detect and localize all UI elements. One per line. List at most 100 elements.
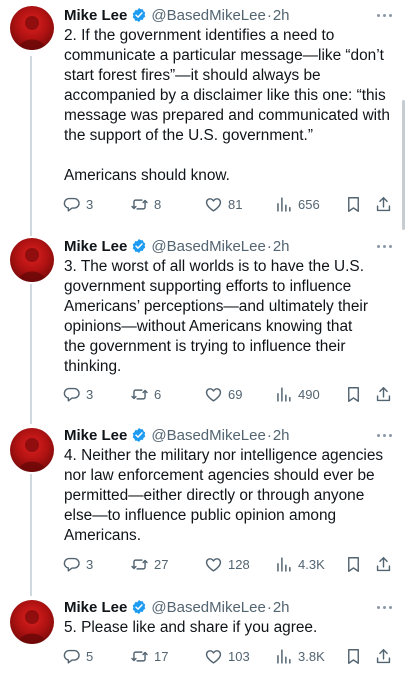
heart-icon [205, 197, 222, 212]
timestamp[interactable]: 2h [273, 7, 290, 24]
bookmark-button[interactable] [344, 193, 363, 215]
tweet[interactable]: Mike Lee @BasedMikeLee · 2h 2. If the go… [0, 0, 408, 230]
tweet-text-content: 3. The worst of all worlds is to have th… [64, 258, 368, 375]
like-count: 81 [228, 196, 243, 212]
view-count: 490 [298, 386, 320, 402]
like-button[interactable]: 69 [204, 383, 242, 405]
retweet-button[interactable]: 17 [130, 645, 168, 667]
reply-button[interactable]: 3 [62, 553, 93, 575]
share-icon [376, 386, 391, 401]
tweet-thread: Mike Lee @BasedMikeLee · 2h 2. If the go… [0, 0, 408, 680]
author-name[interactable]: Mike Lee [64, 599, 127, 616]
more-icon[interactable] [374, 602, 394, 612]
tweet-actions: 3 8 81 656 [62, 193, 398, 215]
like-button[interactable]: 128 [204, 553, 250, 575]
views-button[interactable]: 656 [274, 193, 320, 215]
bookmark-icon [348, 196, 359, 212]
tweet-header: Mike Lee @BasedMikeLee · 2h [64, 4, 290, 26]
views-button[interactable]: 3.8K [274, 645, 325, 667]
tweet[interactable]: Mike Lee @BasedMikeLee · 2h 3. The worst… [0, 230, 408, 420]
tweet-text: 4. Neither the military nor intelligence… [64, 446, 398, 546]
view-count: 656 [298, 196, 320, 212]
timestamp[interactable]: 2h [273, 427, 290, 444]
author-handle[interactable]: @BasedMikeLee [151, 7, 265, 24]
bookmark-button[interactable] [344, 383, 363, 405]
tweet-actions: 5 17 103 3.8K [62, 645, 398, 667]
retweet-count: 8 [154, 196, 162, 212]
views-button[interactable]: 490 [274, 383, 320, 405]
verified-badge-icon [133, 600, 146, 614]
like-button[interactable]: 81 [204, 193, 242, 215]
view-count: 4.3K [298, 556, 325, 572]
more-icon[interactable] [374, 10, 394, 20]
bookmark-button[interactable] [344, 645, 363, 667]
tweet[interactable]: Mike Lee @BasedMikeLee · 2h 5. Please li… [0, 592, 408, 680]
share-icon [376, 648, 391, 663]
reply-button[interactable]: 3 [62, 193, 93, 215]
avatar[interactable] [10, 6, 54, 50]
avatar[interactable] [10, 600, 54, 644]
tweet-text-content: 5. Please like and share if you agree. [64, 619, 318, 636]
reply-button[interactable]: 3 [62, 383, 93, 405]
like-button[interactable]: 103 [204, 645, 250, 667]
author-name[interactable]: Mike Lee [64, 7, 127, 24]
retweet-icon [131, 198, 148, 210]
tweet-actions: 3 6 69 490 [62, 383, 398, 405]
share-icon [376, 556, 391, 571]
views-icon [277, 556, 291, 572]
author-name[interactable]: Mike Lee [64, 427, 127, 444]
author-handle[interactable]: @BasedMikeLee [151, 238, 265, 255]
bookmark-button[interactable] [344, 553, 363, 575]
heart-icon [205, 649, 222, 664]
bookmark-icon [348, 648, 359, 664]
tweet-header: Mike Lee @BasedMikeLee · 2h [64, 235, 290, 257]
bookmark-icon [348, 386, 359, 402]
timestamp[interactable]: 2h [273, 599, 290, 616]
reply-icon [63, 649, 80, 664]
tweet-actions: 3 27 128 4.3K [62, 553, 398, 575]
reply-icon [63, 197, 80, 212]
views-icon [277, 648, 291, 664]
more-icon[interactable] [374, 430, 394, 440]
author-name[interactable]: Mike Lee [64, 238, 127, 255]
retweet-icon [131, 650, 148, 662]
retweet-icon [131, 558, 148, 570]
tweet-text: 2. If the government identifies a need t… [64, 26, 398, 186]
verified-badge-icon [133, 428, 146, 442]
tweet-text-content: 4. Neither the military nor intelligence… [64, 447, 384, 544]
author-handle[interactable]: @BasedMikeLee [151, 427, 265, 444]
more-icon[interactable] [374, 241, 394, 251]
avatar[interactable] [10, 238, 54, 282]
share-button[interactable] [374, 645, 393, 667]
separator-dot: · [266, 598, 272, 616]
bookmark-icon [348, 556, 359, 572]
retweet-icon [131, 388, 148, 400]
avatar[interactable] [10, 428, 54, 472]
reply-button[interactable]: 5 [62, 645, 93, 667]
views-button[interactable]: 4.3K [274, 553, 325, 575]
tweet[interactable]: Mike Lee @BasedMikeLee · 2h 4. Neither t… [0, 420, 408, 592]
reply-icon [63, 557, 80, 572]
reply-icon [63, 387, 80, 402]
tweet-text: 5. Please like and share if you agree. [64, 618, 398, 638]
retweet-button[interactable]: 8 [130, 193, 161, 215]
reply-count: 5 [86, 648, 94, 664]
share-button[interactable] [374, 193, 393, 215]
tweet-header: Mike Lee @BasedMikeLee · 2h [64, 424, 290, 446]
retweet-count: 27 [154, 556, 169, 572]
reply-count: 3 [86, 556, 94, 572]
author-handle[interactable]: @BasedMikeLee [151, 599, 265, 616]
scrollbar[interactable] [402, 100, 405, 230]
verified-badge-icon [133, 239, 146, 253]
retweet-button[interactable]: 27 [130, 553, 168, 575]
share-button[interactable] [374, 383, 393, 405]
views-icon [277, 196, 291, 212]
separator-dot: · [266, 237, 272, 255]
share-button[interactable] [374, 553, 393, 575]
like-count: 69 [228, 386, 243, 402]
share-icon [376, 196, 391, 211]
view-count: 3.8K [298, 648, 325, 664]
retweet-button[interactable]: 6 [130, 383, 161, 405]
timestamp[interactable]: 2h [273, 238, 290, 255]
verified-badge-icon [133, 8, 146, 22]
